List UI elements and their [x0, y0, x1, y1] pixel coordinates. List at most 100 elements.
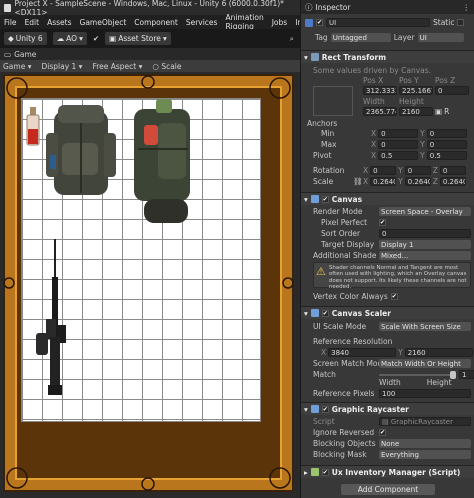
pos-x-field[interactable]: 312.3333: [363, 86, 397, 95]
tag-label: Tag: [315, 33, 328, 42]
screen-match-dropdown[interactable]: Match Width Or Height: [379, 359, 471, 368]
x-axis-label: X: [363, 177, 369, 186]
pivot-y[interactable]: 0.5: [426, 151, 467, 160]
rifle-item-icon[interactable]: [36, 239, 76, 399]
more-options-icon[interactable]: ⋮: [463, 3, 471, 12]
reference-x-field[interactable]: 3840: [328, 348, 397, 357]
blocking-objects-value: None: [381, 439, 400, 448]
ux-inventory-header[interactable]: ▸ ✔ Ux Inventory Manager (Script): [301, 465, 474, 478]
target-display-dropdown[interactable]: Display 1: [379, 240, 471, 249]
add-component-button[interactable]: Add Component: [341, 484, 435, 495]
canvas-header[interactable]: ▾ ✔ Canvas: [301, 192, 474, 205]
asset-store-button[interactable]: ▣ Asset Store ▾: [105, 32, 171, 45]
menu-gameobject[interactable]: GameObject: [80, 18, 127, 27]
additional-shader-dropdown[interactable]: Mixed...: [379, 251, 471, 260]
object-header: ✔ UI Static: [305, 18, 465, 27]
render-mode-value: Screen Space - Overlay: [381, 207, 463, 216]
canvas-scaler-enabled-toggle[interactable]: ✔: [321, 309, 329, 317]
collab-icon[interactable]: ✔: [93, 34, 99, 43]
tag-value: Untagged: [332, 33, 367, 42]
aspect-dropdown[interactable]: Free Aspect ▾: [92, 62, 142, 71]
blueprint-button[interactable]: ▣: [435, 107, 442, 116]
tag-dropdown[interactable]: Untagged: [330, 33, 391, 42]
anchor-preset-icon[interactable]: [313, 86, 353, 116]
render-mode-dropdown[interactable]: Screen Space - Overlay: [379, 207, 471, 216]
unity-version-button[interactable]: ◆ Unity 6: [4, 32, 47, 45]
ux-inventory-title: Ux Inventory Manager (Script): [331, 467, 461, 477]
active-toggle[interactable]: ✔: [316, 19, 323, 26]
x-axis-label: X: [371, 129, 377, 138]
game-tab[interactable]: ▭ Game: [0, 48, 300, 60]
rotation-z[interactable]: 0: [439, 166, 466, 175]
blocking-mask-value: Everything: [381, 450, 419, 459]
rect-transform-header[interactable]: ▾ Rect Transform: [301, 50, 474, 63]
search-icon[interactable]: ⌕: [290, 34, 294, 44]
match-value-field[interactable]: 1: [459, 370, 474, 379]
script-field[interactable]: ▤ GraphicRaycaster: [379, 417, 471, 426]
gameobject-icon: [305, 18, 313, 27]
ux-inventory-enabled-toggle[interactable]: ✔: [321, 468, 329, 476]
graphic-raycaster-header[interactable]: ▾ ✔ Graphic Raycaster: [301, 402, 474, 415]
expand-arrow-icon: ▾: [304, 52, 308, 62]
menu-component[interactable]: Component: [134, 18, 178, 27]
scale-z-value: 0.2640: [442, 177, 466, 186]
reference-ppu-field[interactable]: 100: [379, 389, 471, 398]
position-row: [313, 86, 359, 116]
pivot-x[interactable]: 0.5: [378, 151, 419, 160]
menu-edit[interactable]: Edit: [25, 18, 40, 27]
rotation-x[interactable]: 0: [370, 166, 397, 175]
scale-y[interactable]: 0.2640: [404, 177, 431, 186]
static-toggle[interactable]: Static: [433, 18, 454, 27]
tactical-backpack-item-icon[interactable]: [126, 99, 200, 229]
canvas-enabled-toggle[interactable]: ✔: [321, 195, 329, 203]
menu-services[interactable]: Services: [186, 18, 218, 27]
anchor-max-y[interactable]: 0: [426, 140, 467, 149]
height-field[interactable]: 2160: [399, 107, 433, 116]
pos-y-field[interactable]: 225.1667: [399, 86, 433, 95]
menu-jobs[interactable]: Jobs: [272, 18, 287, 27]
graphic-raycaster-enabled-toggle[interactable]: ✔: [321, 405, 329, 413]
anchors-label[interactable]: Anchors: [307, 119, 337, 128]
pos-z-field[interactable]: 0: [435, 86, 469, 95]
pixel-perfect-checkbox[interactable]: ✔: [379, 219, 386, 226]
ui-scale-dropdown[interactable]: Scale With Screen Size: [379, 322, 471, 331]
raw-edit-button[interactable]: R: [444, 107, 449, 116]
inspector-tab[interactable]: ⓘ Inspector ⋮: [301, 0, 474, 14]
anchor-min-y[interactable]: 0: [426, 129, 467, 138]
canvas-scaler-header[interactable]: ▾ ✔ Canvas Scaler: [301, 306, 474, 319]
x-axis-label: X: [371, 151, 377, 160]
backpack-item-icon[interactable]: [44, 103, 118, 203]
blocking-objects-dropdown[interactable]: None: [379, 439, 471, 448]
static-checkbox[interactable]: [457, 19, 465, 26]
reference-y-field[interactable]: 2160: [404, 348, 473, 357]
menu-file[interactable]: File: [4, 18, 17, 27]
sort-order-field[interactable]: 0: [379, 229, 471, 238]
scale-x[interactable]: 0.2640: [370, 177, 397, 186]
main-toolbar: ◆ Unity 6 ☁ AO ▾ ✔ ▣ Asset Store ▾ ⌕: [0, 29, 300, 48]
vertex-color-checkbox[interactable]: ✔: [390, 293, 398, 300]
menu-assets[interactable]: Assets: [47, 18, 71, 27]
pos-y-label: Pos Y: [399, 76, 419, 85]
rotation-y[interactable]: 0: [404, 166, 431, 175]
anchor-max-x[interactable]: 0: [378, 140, 419, 149]
game-view[interactable]: [0, 72, 300, 498]
scale-z[interactable]: 0.2640: [439, 177, 466, 186]
z-axis-label: Z: [432, 177, 438, 186]
layer-label: Layer: [393, 33, 415, 42]
width-field[interactable]: 2365.774: [363, 107, 397, 116]
match-slider[interactable]: [379, 370, 456, 379]
inventory-grid[interactable]: [21, 98, 261, 422]
display-dropdown[interactable]: Display 1 ▾: [41, 62, 82, 71]
game-mode-dropdown[interactable]: Game ▾: [3, 62, 31, 71]
scale-control[interactable]: ○ Scale: [152, 62, 181, 71]
scale-y-value: 0.2640: [407, 177, 431, 186]
link-icon[interactable]: ⛓: [353, 177, 363, 186]
potion-item-icon[interactable]: [24, 107, 42, 151]
blocking-mask-dropdown[interactable]: Everything: [379, 450, 471, 459]
ignore-reversed-checkbox[interactable]: ✔: [379, 429, 386, 436]
anchor-min-x[interactable]: 0: [378, 129, 419, 138]
object-name-field[interactable]: UI: [326, 18, 430, 27]
additional-shader-row: Additional Shader Ch Mixed...: [313, 251, 471, 260]
account-button[interactable]: ☁ AO ▾: [52, 32, 87, 45]
layer-dropdown[interactable]: UI: [417, 33, 464, 42]
